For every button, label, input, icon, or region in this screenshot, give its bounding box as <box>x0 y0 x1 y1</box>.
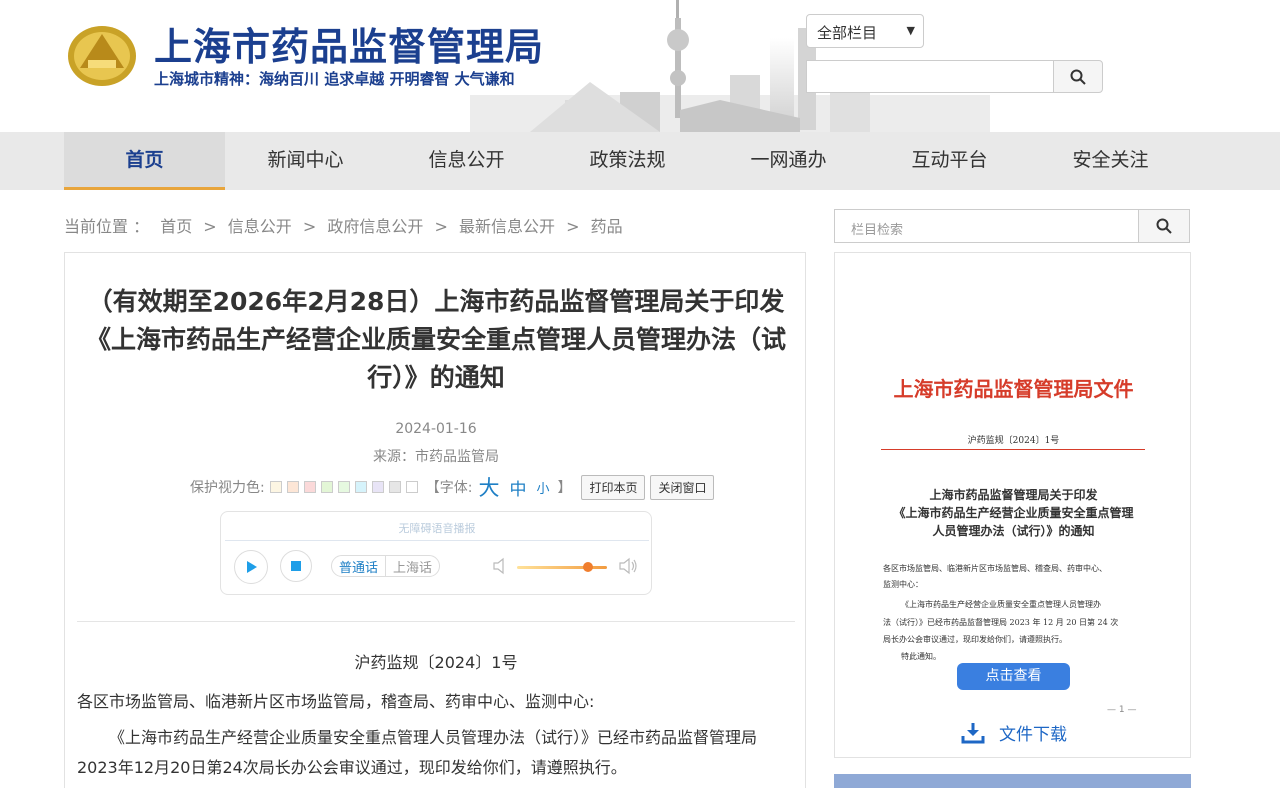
main-nav: 首页 新闻中心 信息公开 政策法规 一网通办 互动平台 安全关注 <box>0 132 1280 190</box>
nav-item-safety[interactable]: 安全关注 <box>1030 132 1191 190</box>
doc-preview-body: 《上海市药品生产经营企业质量安全重点管理人员管理办 <box>901 600 1101 609</box>
font-size-medium[interactable]: 中 <box>509 475 526 500</box>
site-title[interactable]: 上海市药品监督管理局 <box>154 16 544 71</box>
site-search-button[interactable] <box>1053 60 1103 93</box>
play-icon <box>247 561 257 573</box>
doc-preview-body: 各区市场监管局、临港新片区市场监管局、稽查局、药审中心、 <box>883 564 1107 573</box>
search-icon <box>1070 69 1086 85</box>
sidebar-banner[interactable] <box>834 774 1191 788</box>
play-button[interactable] <box>234 550 268 584</box>
nav-item-services[interactable]: 一网通办 <box>708 132 869 190</box>
eye-color-swatch[interactable] <box>371 481 384 493</box>
nav-item-news[interactable]: 新闻中心 <box>225 132 386 190</box>
article-tools: 保护视力色: 【字体: 大 中 小 】 打印本页 关闭窗口 <box>190 472 715 502</box>
voice-language-toggle: 普通话 上海话 <box>331 555 441 577</box>
site-header: 上海市药品监督管理局 上海城市精神：海纳百川 追求卓越 开明睿智 大气谦和 全部… <box>0 0 1280 132</box>
search-icon <box>1156 218 1172 234</box>
article-date: 2024-01-16 <box>395 421 477 437</box>
breadcrumb-separator: > <box>203 217 217 236</box>
article-source: 来源：市药品监管局 <box>373 449 499 465</box>
doc-preview-red-line <box>881 449 1145 450</box>
breadcrumb-separator: > <box>566 217 580 236</box>
breadcrumb-item[interactable]: 最新信息公开 <box>459 217 555 236</box>
eye-color-swatch[interactable] <box>320 481 333 493</box>
breadcrumb-separator: > <box>434 217 448 236</box>
breadcrumb: 当前位置 ： 首页 > 信息公开 > 政府信息公开 > 最新信息公开 > 药品 <box>64 213 629 237</box>
volume-low-icon[interactable] <box>493 557 507 575</box>
nav-item-policy[interactable]: 政策法规 <box>547 132 708 190</box>
divider <box>77 621 795 622</box>
player-caption: 无障碍语音播报 <box>398 522 476 535</box>
volume-high-icon[interactable] <box>619 557 639 575</box>
doc-preview-title: 《上海市药品生产经营企业质量安全重点管理 <box>893 506 1134 520</box>
document-number: 沪药监规〔2024〕1号 <box>354 653 518 672</box>
column-search-button[interactable] <box>1138 209 1190 243</box>
breadcrumb-item[interactable]: 首页 <box>160 217 192 236</box>
eye-color-swatch[interactable] <box>405 481 418 493</box>
doc-preview-title: 人员管理办法（试行）》的通知 <box>932 524 1095 538</box>
breadcrumb-label: 当前位置 ： <box>64 217 150 236</box>
chevron-down-icon: ▼ <box>906 24 915 37</box>
breadcrumb-separator: > <box>302 217 317 236</box>
file-download-label: 文件下载 <box>999 725 1067 745</box>
doc-preview-body: 法（试行）》已经市药品监督管理局 2023 年 12 月 20 日第 24 次 <box>883 618 1119 627</box>
article-card: （有效期至2026年2月28日）上海市药品监督管理局关于印发《上海市药品生产经营… <box>64 252 806 788</box>
doc-preview-title: 上海市药品监督管理局关于印发 <box>929 488 1098 502</box>
article-paragraph: 各区市场监管局、临港新片区市场监管局，稽查局、药审中心、监测中心: <box>77 692 595 711</box>
print-button[interactable]: 打印本页 <box>581 474 646 500</box>
logo-emblem-icon <box>68 26 136 86</box>
site-search-input[interactable] <box>806 60 1054 93</box>
column-search-input[interactable]: 栏目检索 <box>834 209 1139 243</box>
breadcrumb-item[interactable]: 政府信息公开 <box>327 217 423 236</box>
eye-color-swatch[interactable] <box>269 481 282 493</box>
close-window-button[interactable]: 关闭窗口 <box>650 474 715 500</box>
stop-button[interactable] <box>280 550 312 582</box>
lang-shanghai[interactable]: 上海话 <box>386 556 439 576</box>
font-size-large[interactable]: 大 <box>478 472 499 502</box>
column-select[interactable]: 全部栏目 ▼ <box>806 14 924 48</box>
site-slogan: 上海城市精神：海纳百川 追求卓越 开明睿智 大气谦和 <box>154 70 515 88</box>
eye-color-swatch[interactable] <box>354 481 367 493</box>
nav-item-info[interactable]: 信息公开 <box>386 132 547 190</box>
volume-slider[interactable] <box>517 566 607 569</box>
eye-color-label: 保护视力色: <box>190 480 265 496</box>
eye-color-swatch[interactable] <box>303 481 316 493</box>
audio-player: 无障碍语音播报 普通话 上海话 <box>220 511 652 595</box>
article-title: （有效期至2026年2月28日）上海市药品监督管理局关于印发《上海市药品生产经营… <box>85 287 786 392</box>
document-preview-card: 上海市药品监督管理局文件 沪药监规〔2024〕1号 上海市药品监督管理局关于印发… <box>834 252 1191 758</box>
eye-color-swatch[interactable] <box>388 481 401 493</box>
doc-preview-number: 沪药监规〔2024〕1号 <box>967 436 1060 446</box>
doc-preview-body: 监测中心： <box>883 580 923 589</box>
lang-mandarin[interactable]: 普通话 <box>332 556 387 576</box>
doc-preview-header: 上海市药品监督管理局文件 <box>893 377 1134 401</box>
file-download-link[interactable]: 文件下载 <box>961 720 1067 745</box>
nav-item-home[interactable]: 首页 <box>64 132 225 190</box>
doc-preview-body: 特此通知。 <box>901 652 941 661</box>
doc-preview-body: 局长办公会审议通过，现印发给你们，请遵照执行。 <box>883 635 1067 644</box>
breadcrumb-item[interactable]: 信息公开 <box>228 217 292 236</box>
volume-slider-handle[interactable] <box>583 562 593 572</box>
font-size-small[interactable]: 小 <box>536 478 549 497</box>
view-document-button[interactable]: 点击查看 <box>957 663 1070 690</box>
font-size-close: 】 <box>557 480 572 496</box>
breadcrumb-item[interactable]: 药品 <box>591 217 623 236</box>
eye-color-swatch[interactable] <box>286 481 299 493</box>
font-size-label: 【字体: <box>425 480 473 496</box>
eye-color-swatch[interactable] <box>337 481 350 493</box>
player-progress[interactable] <box>225 540 649 541</box>
doc-page-mark: — 1 — <box>1107 705 1137 715</box>
article-paragraph: 《上海市药品生产经营企业质量安全重点管理人员管理办法（试行）》已经市药品监督管理… <box>77 728 758 777</box>
nav-item-interaction[interactable]: 互动平台 <box>869 132 1030 190</box>
column-select-value: 全部栏目 <box>817 24 878 42</box>
download-icon <box>961 722 985 743</box>
stop-icon <box>291 561 301 571</box>
